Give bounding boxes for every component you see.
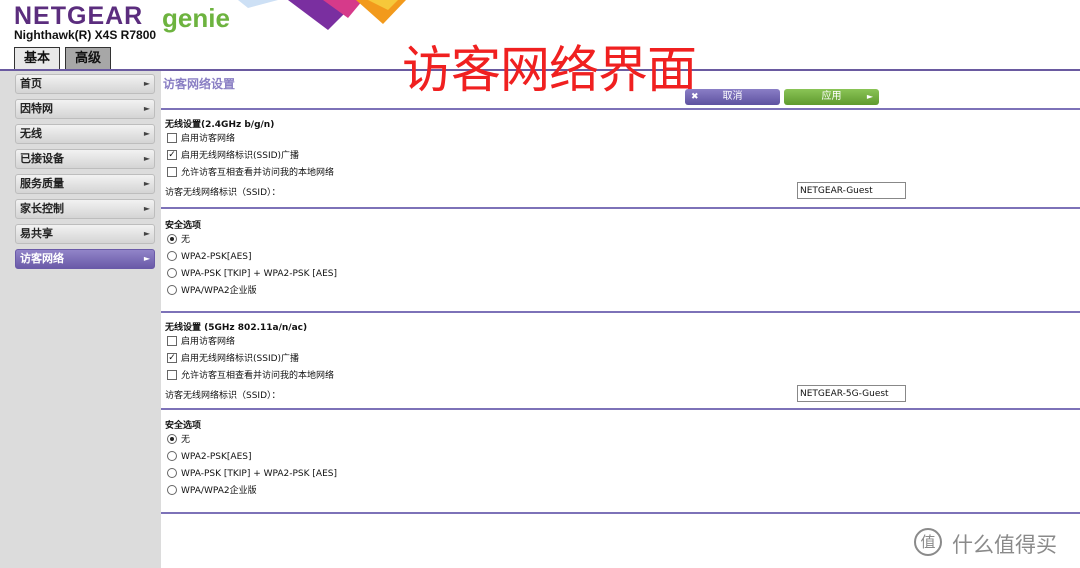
section-divider	[161, 108, 1080, 110]
band5-security-wpa2-radio[interactable]	[167, 451, 177, 461]
checkbox-label: 允许访客互相查看并访问我的本地网络	[181, 168, 335, 178]
tab-basic[interactable]: 基本	[14, 47, 60, 69]
band5-section-title: 无线设置 (5GHz 802.11a/n/ac)	[165, 323, 308, 333]
sidebar-item-label: 易共享	[20, 227, 53, 240]
sidebar-item-home[interactable]: 首页 ►	[15, 74, 155, 94]
radio-label: 无	[181, 235, 191, 245]
page-title: 访客网络设置	[163, 77, 236, 91]
checkbox-label: 启用访客网络	[181, 337, 236, 347]
chevron-right-icon: ►	[143, 229, 150, 238]
router-model: Nighthawk(R) X4S R7800	[14, 28, 157, 42]
sidebar-item-attached-devices[interactable]: 已接设备 ►	[15, 149, 155, 169]
chevron-right-icon: ►	[143, 129, 150, 138]
watermark-logo-icon: 值	[914, 528, 942, 556]
band24-ssid-broadcast-checkbox[interactable]: ✓	[167, 150, 177, 160]
band5-enable-guest-checkbox[interactable]	[167, 336, 177, 346]
tab-advanced[interactable]: 高级	[65, 47, 111, 69]
band24-ssid-label: 访客无线网络标识（SSID）：	[165, 188, 281, 198]
section-divider	[161, 311, 1080, 313]
radio-label: WPA/WPA2企业版	[181, 486, 257, 496]
chevron-right-icon: ►	[143, 254, 150, 263]
sidebar-item-internet[interactable]: 因特网 ►	[15, 99, 155, 119]
sidebar-item-parental-controls[interactable]: 家长控制 ►	[15, 199, 155, 219]
band24-enable-guest-checkbox[interactable]	[167, 133, 177, 143]
main-panel: 访客网络设置 ✖ 取消 应用 ► 无线设置(2.4GHz b/g/n) 启用访客…	[161, 71, 1080, 568]
band5-security-mixed-radio[interactable]	[167, 468, 177, 478]
band24-allow-local-access-checkbox[interactable]	[167, 167, 177, 177]
apply-button[interactable]: 应用 ►	[784, 89, 879, 105]
band5-security-title: 安全选项	[165, 421, 202, 431]
band24-security-wpa2-radio[interactable]	[167, 251, 177, 261]
watermark-text: 什么值得买	[952, 533, 1057, 557]
checkbox-label: 启用无线网络标识(SSID)广播	[181, 151, 300, 161]
band24-security-mixed-radio[interactable]	[167, 268, 177, 278]
band5-security-none-radio[interactable]	[167, 434, 177, 444]
cancel-button-label: 取消	[722, 91, 743, 102]
chevron-right-icon: ►	[143, 204, 150, 213]
band24-security-title: 安全选项	[165, 221, 202, 231]
radio-label: WPA-PSK [TKIP] + WPA2-PSK [AES]	[181, 269, 337, 279]
chevron-right-icon: ►	[143, 79, 150, 88]
radio-label: WPA2-PSK[AES]	[181, 252, 252, 262]
band24-security-enterprise-radio[interactable]	[167, 285, 177, 295]
section-divider	[161, 512, 1080, 514]
sidebar-item-label: 首页	[20, 77, 42, 90]
sidebar-item-label: 服务质量	[20, 177, 64, 190]
sidebar-item-label: 无线	[20, 127, 42, 140]
radio-label: 无	[181, 435, 191, 445]
section-divider	[161, 408, 1080, 410]
sidebar-item-label: 因特网	[20, 102, 53, 115]
radio-label: WPA2-PSK[AES]	[181, 452, 252, 462]
band5-ssid-input[interactable]	[797, 385, 906, 402]
band5-security-enterprise-radio[interactable]	[167, 485, 177, 495]
sidebar-item-label: 家长控制	[20, 202, 64, 215]
chevron-right-icon: ►	[143, 104, 150, 113]
cancel-button[interactable]: ✖ 取消	[685, 89, 780, 105]
band5-ssid-broadcast-checkbox[interactable]: ✓	[167, 353, 177, 363]
radio-label: WPA/WPA2企业版	[181, 286, 257, 296]
header: NETGEAR genie Nighthawk(R) X4S R7800 基本 …	[0, 0, 1080, 99]
sidebar-item-guest-network[interactable]: 访客网络 ►	[15, 249, 155, 269]
sidebar: 首页 ► 因特网 ► 无线 ► 已接设备 ► 服务质量 ► 家长控制 ► 易共享…	[0, 71, 161, 568]
radio-label: WPA-PSK [TKIP] + WPA2-PSK [AES]	[181, 469, 337, 479]
checkbox-label: 启用访客网络	[181, 134, 236, 144]
checkbox-label: 启用无线网络标识(SSID)广播	[181, 354, 300, 364]
band5-allow-local-access-checkbox[interactable]	[167, 370, 177, 380]
netgear-logo-text: NETGEAR	[14, 2, 144, 30]
section-divider	[161, 207, 1080, 209]
apply-button-label: 应用	[821, 91, 842, 102]
sidebar-item-readyshare[interactable]: 易共享 ►	[15, 224, 155, 244]
band24-security-none-radio[interactable]	[167, 234, 177, 244]
chevron-right-icon: ►	[143, 179, 150, 188]
sidebar-item-label: 访客网络	[20, 252, 64, 265]
logo-graphic-icon	[238, 0, 406, 30]
checkbox-label: 允许访客互相查看并访问我的本地网络	[181, 371, 335, 381]
band24-ssid-input[interactable]	[797, 182, 906, 199]
sidebar-item-qos[interactable]: 服务质量 ►	[15, 174, 155, 194]
sidebar-item-label: 已接设备	[20, 152, 64, 165]
sidebar-item-wireless[interactable]: 无线 ►	[15, 124, 155, 144]
chevron-right-icon: ►	[143, 154, 150, 163]
genie-logo-text: genie	[162, 3, 230, 33]
band24-section-title: 无线设置(2.4GHz b/g/n)	[165, 120, 275, 130]
arrow-right-icon: ►	[866, 92, 873, 101]
band5-ssid-label: 访客无线网络标识（SSID）：	[165, 391, 281, 401]
